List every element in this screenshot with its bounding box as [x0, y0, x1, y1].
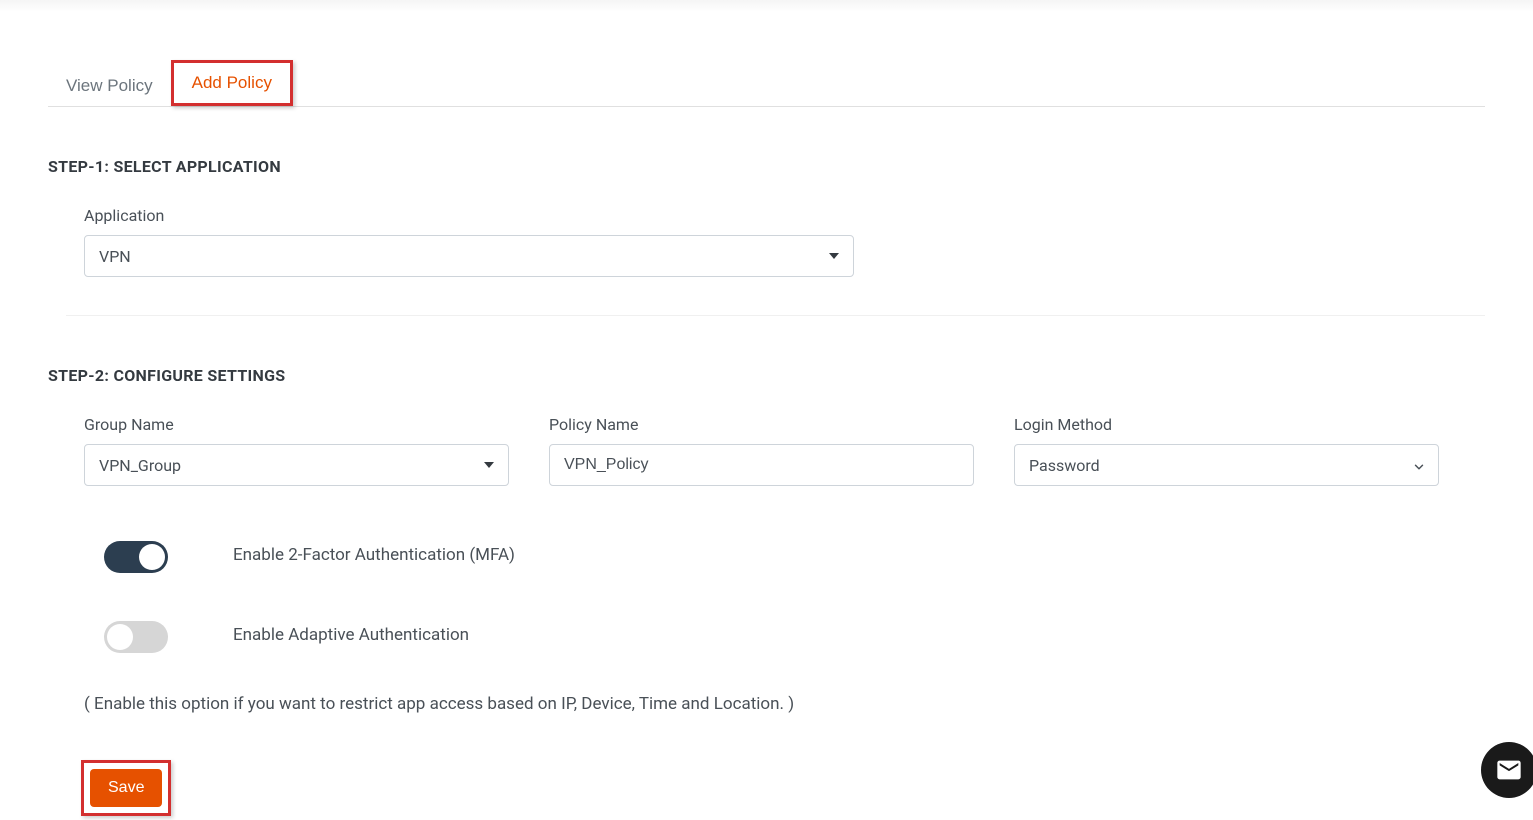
tab-view-policy[interactable]: View Policy — [48, 66, 171, 106]
group-name-label: Group Name — [84, 415, 509, 434]
toggle-knob — [139, 544, 165, 570]
adaptive-toggle-row: Enable Adaptive Authentication — [48, 621, 1485, 653]
tabs-container: View Policy Add Policy — [48, 60, 1485, 107]
mfa-toggle-row: Enable 2-Factor Authentication (MFA) — [48, 541, 1485, 573]
adaptive-description: ( Enable this option if you want to rest… — [48, 691, 1485, 718]
adaptive-label-block: Enable Adaptive Authentication — [233, 621, 469, 645]
mfa-toggle[interactable] — [104, 541, 168, 573]
application-dropdown[interactable]: VPN — [84, 235, 854, 277]
toggle-knob — [107, 624, 133, 650]
save-button[interactable]: Save — [90, 769, 162, 807]
application-field-group: Application VPN — [48, 206, 1485, 277]
group-name-value: VPN_Group — [99, 456, 181, 475]
mail-icon — [1495, 756, 1523, 784]
policy-name-column: Policy Name — [549, 415, 974, 486]
mfa-toggle-label: Enable 2-Factor Authentication (MFA) — [233, 541, 515, 565]
main-content: View Policy Add Policy STEP-1: SELECT AP… — [0, 60, 1533, 816]
adaptive-toggle[interactable] — [104, 621, 168, 653]
login-method-dropdown[interactable]: Password — [1014, 444, 1439, 486]
application-value: VPN — [99, 247, 131, 266]
caret-down-icon — [484, 462, 494, 468]
login-method-label: Login Method — [1014, 415, 1439, 434]
policy-name-label: Policy Name — [549, 415, 974, 434]
tab-add-policy[interactable]: Add Policy — [171, 60, 293, 106]
section-divider — [66, 315, 1485, 316]
login-method-value: Password — [1029, 456, 1100, 475]
step2-heading: STEP-2: CONFIGURE SETTINGS — [48, 366, 1485, 385]
save-highlight: Save — [81, 760, 171, 816]
group-name-column: Group Name VPN_Group — [84, 415, 509, 486]
adaptive-toggle-label: Enable Adaptive Authentication — [233, 621, 469, 645]
chevron-down-icon — [1412, 459, 1424, 471]
step1-heading: STEP-1: SELECT APPLICATION — [48, 157, 1485, 176]
policy-name-input[interactable] — [549, 444, 974, 486]
chat-widget-button[interactable] — [1481, 742, 1533, 798]
top-gradient — [0, 0, 1533, 12]
group-name-dropdown[interactable]: VPN_Group — [84, 444, 509, 486]
application-label: Application — [84, 206, 1485, 225]
caret-down-icon — [829, 253, 839, 259]
settings-row: Group Name VPN_Group Policy Name Login M… — [48, 415, 1485, 486]
login-method-column: Login Method Password — [1014, 415, 1439, 486]
